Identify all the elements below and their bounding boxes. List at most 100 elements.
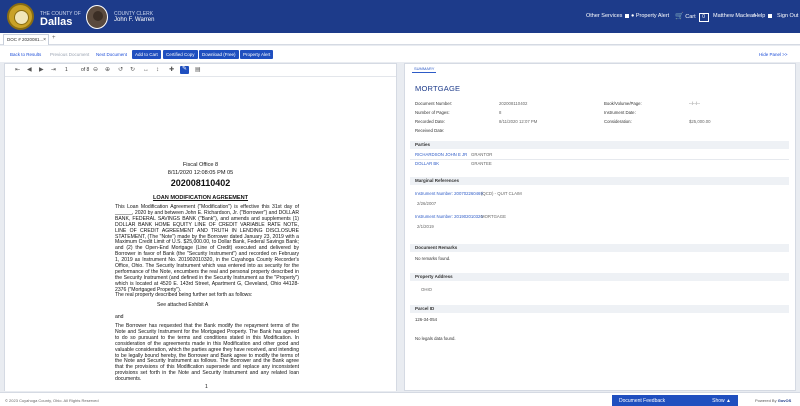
book-label: Book/Volume/Page: (604, 101, 642, 106)
rotate-right-icon[interactable]: ↻ (130, 67, 135, 74)
divider (410, 159, 789, 160)
pages-label: Number of Pages: (415, 110, 450, 115)
other-services-menu[interactable]: Other Services (586, 13, 630, 19)
next-page-icon[interactable]: ▶ (39, 67, 44, 74)
county-seal-logo (7, 3, 34, 30)
cart-icon: 🛒 (675, 13, 684, 20)
print-icon[interactable]: ▤ (195, 67, 201, 74)
marginal-ref-1-type: (QCD) - QUIT CLAIM (481, 191, 522, 196)
property-alert-button[interactable]: Property Alert (240, 50, 274, 59)
other-services-label: Other Services (586, 13, 623, 19)
help-label: Help (754, 13, 766, 19)
consideration-value: $25,000.00 (689, 119, 711, 124)
marginal-ref-2-link[interactable]: Instrument Number: 201902010320 (415, 214, 483, 219)
parcel-id-value: 126-34-054 (415, 317, 437, 322)
agreement-paragraph-1: This Loan Modification Agreement ("Modif… (115, 204, 299, 293)
marginal-ref-1-link[interactable]: Instrument Number: 200702260469 (415, 191, 483, 196)
page-input[interactable]: 1 (65, 67, 68, 73)
marginal-ref-1-date: 2/26/2007 (417, 201, 437, 206)
clerk-avatar (86, 5, 108, 29)
real-property-line: The real property described being furthe… (115, 292, 253, 298)
sign-out-link[interactable]: Sign Out (777, 13, 798, 19)
cart-label: Cart (685, 14, 696, 20)
and-line: and (115, 314, 124, 320)
marginal-references-header: Marginal References (410, 177, 789, 185)
add-to-cart-button[interactable]: Add to Cart (132, 50, 161, 59)
received-label: Received Date: (415, 128, 445, 133)
property-address-value: OHIO (421, 287, 432, 292)
document-feedback-bar[interactable]: Document Feedback Show ▲ (612, 395, 738, 406)
property-address-header: Property Address (410, 273, 789, 281)
prev-page-icon[interactable]: ◀ (27, 67, 32, 74)
tab-summary[interactable]: SUMMARY (412, 66, 437, 73)
cart-count: 0 (698, 13, 709, 22)
book-value: --/--/-- (689, 101, 700, 106)
tab-label: DOC # 2020081... (7, 37, 44, 42)
first-page-icon[interactable]: ⇤ (15, 67, 20, 74)
action-bar: Back to Results Previous Document Next D… (0, 46, 800, 62)
fit-width-icon[interactable]: ↔ (143, 67, 149, 74)
parties-header: Parties (410, 141, 789, 149)
page-count: of 8 (81, 67, 90, 73)
party-2-link[interactable]: DOLLAR BK (415, 161, 439, 166)
party-1-link[interactable]: RICHARDSON JOHN E JR (415, 152, 467, 157)
next-document-link[interactable]: Next Document (96, 52, 127, 57)
help-menu[interactable]: Help (754, 13, 773, 19)
fiscal-office-line: Fiscal Office 8 (182, 162, 219, 168)
fiscal-office-stamp: Fiscal Office 8 8/11/2020 12:08:05 PM 05 (5, 162, 396, 177)
instrument-number: 202008110402 (170, 178, 231, 188)
doc-number-value: 202008110402 (499, 101, 528, 106)
instrument-date-label: Instrument Date: (604, 110, 636, 115)
county-name: Dallas (40, 16, 73, 28)
close-icon[interactable]: × (43, 35, 46, 45)
download-button[interactable]: Download (Free) (199, 50, 239, 59)
tab-document[interactable]: DOC # 2020081... × (3, 34, 49, 45)
rotate-left-icon[interactable]: ↺ (118, 67, 123, 74)
clerk-name: John F. Warren (114, 17, 155, 23)
property-alert-label: Property Alert (635, 13, 670, 19)
feedback-label: Document Feedback (619, 398, 666, 404)
fit-height-icon[interactable]: ↕ (156, 67, 159, 74)
doc-number-label: Document Number: (415, 101, 453, 106)
marginal-ref-2-type: MORTGAGE (481, 214, 506, 219)
viewer-toolbar: ⇤ ◀ ▶ ⇥ 1 of 8 ⊖ ⊕ ↺ ↻ ↔ ↕ ✚ ✎ ▤ (5, 64, 396, 77)
user-menu[interactable]: Matthew Maclean (713, 13, 756, 19)
pan-icon[interactable]: ✚ (169, 67, 174, 74)
party-2-role: GRANTEE (471, 161, 492, 166)
page-mark: 1 (205, 384, 208, 390)
feedback-show-toggle[interactable]: Show ▲ (712, 395, 731, 406)
document-tab-bar: DOC # 2020081... × + (0, 33, 800, 45)
consideration-label: Consideration: (604, 119, 632, 124)
exhibit-line: See attached Exhibit A (157, 302, 209, 308)
grid-icon (625, 13, 630, 18)
recorded-value: 8/11/2020 12:07 PM (499, 119, 538, 124)
top-header: THE COUNTY OF Dallas COUNTY CLERK John F… (0, 0, 800, 33)
back-to-results-link[interactable]: Back to Results (10, 52, 41, 57)
add-tab-icon[interactable]: + (52, 35, 56, 41)
property-alert-link[interactable]: ● Property Alert (631, 13, 669, 19)
govos-logo: GovOS (777, 398, 792, 403)
copyright-text: © 2023 Cuyahoga County, Ohio. All Rights… (5, 398, 99, 403)
document-remarks-header: Document Remarks (410, 244, 789, 252)
bell-icon: ● (631, 13, 635, 19)
user-name: Matthew Maclean (713, 13, 757, 19)
certified-copy-button[interactable]: Certified Copy (163, 50, 198, 59)
page-footer: © 2023 Cuyahoga County, Ohio. All Rights… (0, 392, 800, 406)
select-tool-icon[interactable]: ✎ (180, 66, 189, 74)
powered-by: Powered By GovOS (755, 398, 792, 403)
document-page: Fiscal Office 8 8/11/2020 12:08:05 PM 05… (5, 78, 396, 391)
hide-panel-link[interactable]: Hide Panel >> (759, 52, 788, 57)
cart-link[interactable]: 🛒 Cart 0 (675, 12, 709, 22)
marginal-ref-2-date: 2/1/2019 (417, 224, 434, 229)
pages-value: 8 (499, 110, 502, 115)
agreement-title: LOAN MODIFICATION AGREEMENT (152, 195, 249, 201)
zoom-in-icon[interactable]: ⊕ (105, 67, 110, 74)
document-viewer: ⇤ ◀ ▶ ⇥ 1 of 8 ⊖ ⊕ ↺ ↻ ↔ ↕ ✚ ✎ ▤ Fiscal … (4, 63, 397, 391)
party-1-role: GRANTOR (471, 152, 493, 157)
last-page-icon[interactable]: ⇥ (51, 67, 56, 74)
parcel-id-header: Parcel ID (410, 305, 789, 313)
previous-document-link[interactable]: Previous Document (50, 52, 89, 57)
help-icon (768, 13, 773, 18)
document-type-title: MORTGAGE (415, 84, 461, 93)
zoom-out-icon[interactable]: ⊖ (93, 67, 98, 74)
